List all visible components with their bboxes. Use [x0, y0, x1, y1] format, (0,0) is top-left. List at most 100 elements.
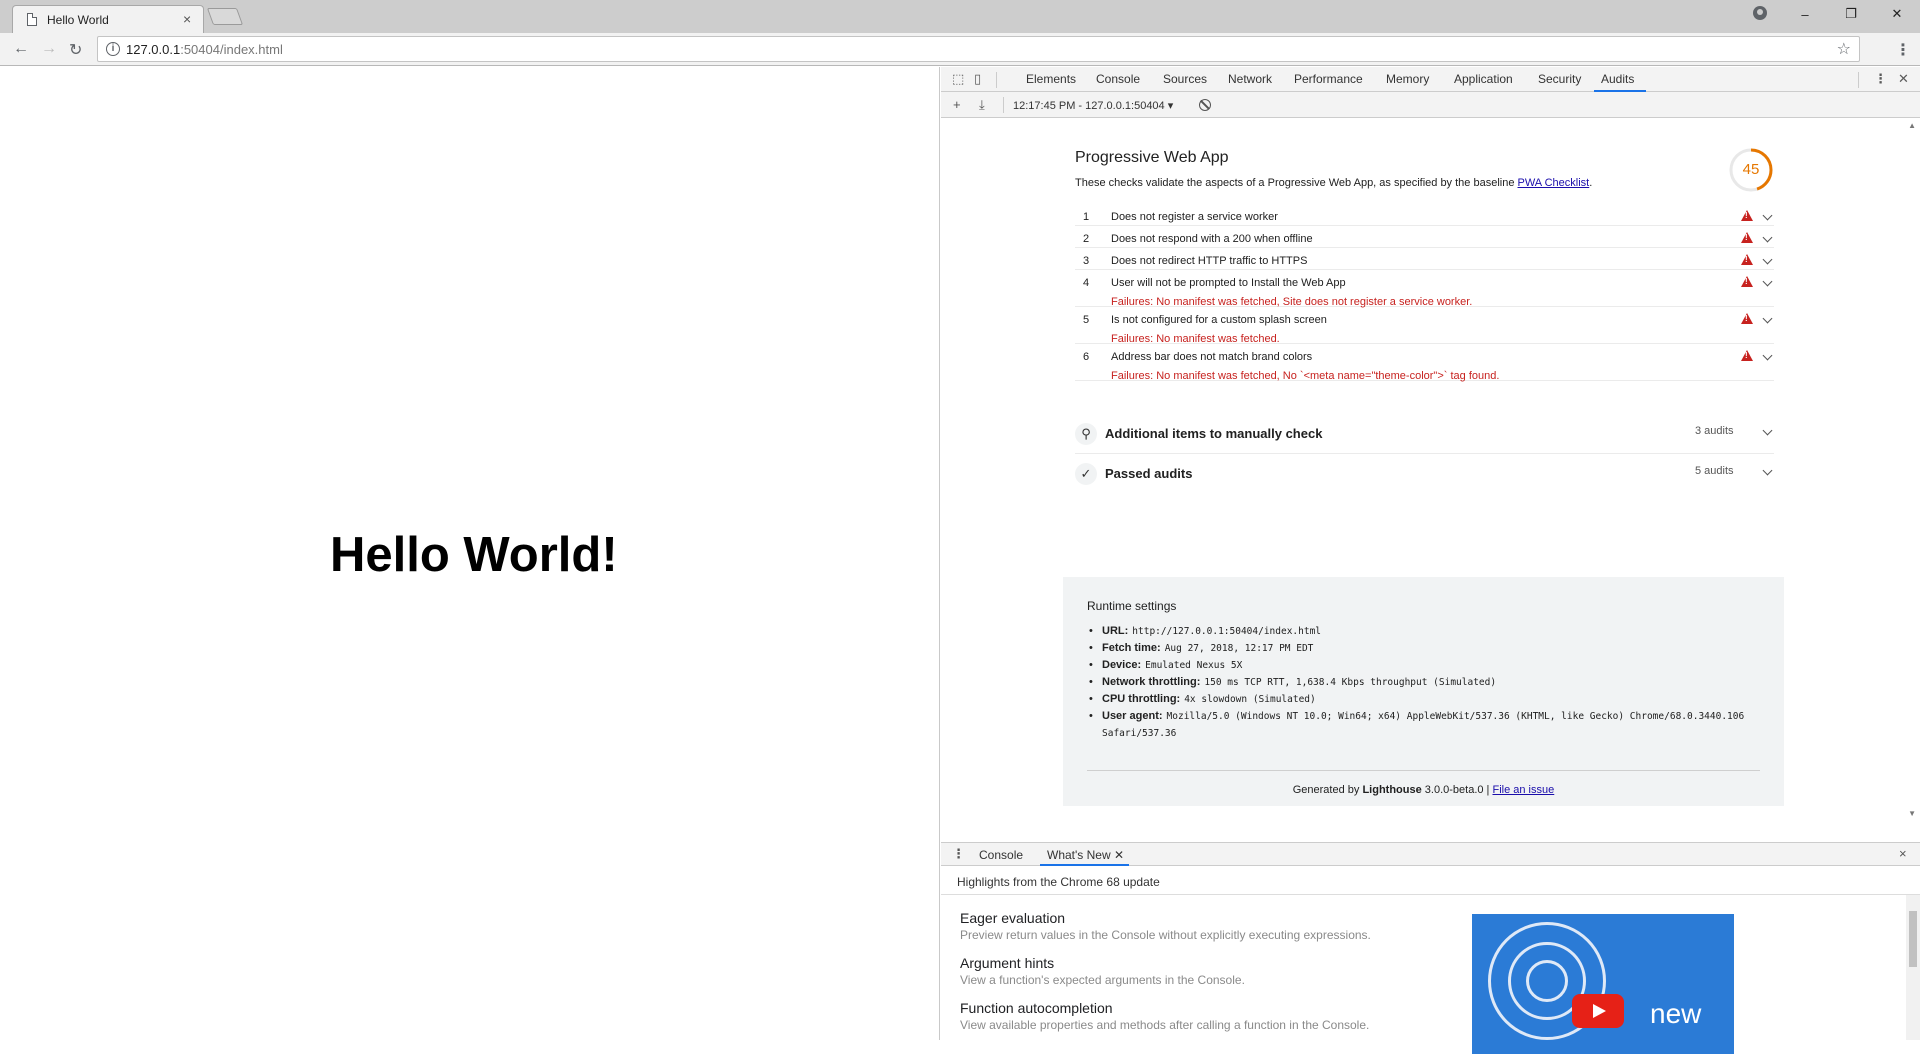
new-audit-icon[interactable]: + [953, 97, 961, 112]
video-thumbnail[interactable]: new [1472, 914, 1734, 1054]
tab-application[interactable]: Application [1454, 72, 1513, 86]
passed-audits-count: 5 audits [1695, 465, 1734, 477]
page-heading: Hello World! [330, 528, 618, 582]
browser-menu-icon[interactable]: ⋮ [1895, 40, 1911, 60]
passed-audits-title: Passed audits [1105, 466, 1193, 481]
audit-number: 1 [1083, 211, 1090, 223]
audit-session-select[interactable]: 12:17:45 PM - 127.0.0.1:50404 ▾ [1013, 99, 1173, 112]
inspect-element-icon[interactable]: ⬚ [952, 71, 964, 87]
tab-performance[interactable]: Performance [1294, 72, 1363, 86]
drawer-tab-console[interactable]: Console [979, 848, 1023, 862]
address-bar[interactable]: i 127.0.0.1:50404/index.html ☆ [97, 36, 1860, 62]
manual-checks-group[interactable]: ⚲ Additional items to manually check 3 a… [1075, 414, 1774, 454]
audit-failure: Failures: No manifest was fetched, No `<… [1111, 370, 1500, 382]
feature-title[interactable]: Argument hints [960, 955, 1245, 971]
file-issue-link[interactable]: File an issue [1492, 784, 1554, 796]
audits-toolbar: + ⤓ 12:17:45 PM - 127.0.0.1:50404 ▾ [941, 92, 1920, 118]
audit-row[interactable]: 3 Does not redirect HTTP traffic to HTTPS [1075, 248, 1774, 270]
runtime-item: Network throttling:150 ms TCP RTT, 1,638… [1087, 674, 1767, 691]
devtools-tabbar: ⬚ ▯ Elements Console Sources Network Per… [941, 67, 1920, 92]
runtime-item: User agent:Mozilla/5.0 (Windows NT 10.0;… [1087, 708, 1767, 742]
forward-icon[interactable]: → [41, 40, 57, 58]
audit-number: 6 [1083, 351, 1090, 363]
divider [941, 894, 1920, 895]
download-report-icon[interactable]: ⤓ [979, 97, 985, 113]
tab-audits[interactable]: Audits [1601, 72, 1634, 86]
runtime-list: URL:http://127.0.0.1:50404/index.htmlFet… [1087, 623, 1767, 742]
window-controls: – ❐ ✕ [1782, 0, 1920, 28]
divider [1003, 97, 1004, 113]
chevron-down-icon[interactable] [1762, 276, 1773, 287]
feature-title[interactable]: Function autocompletion [960, 1000, 1369, 1016]
audit-row[interactable]: 5 Is not configured for a custom splash s… [1075, 307, 1774, 345]
tab-close-button[interactable]: × [183, 11, 191, 27]
chevron-down-icon[interactable] [1762, 232, 1773, 243]
audit-title: Does not respond with a 200 when offline [1111, 233, 1313, 245]
close-window-button[interactable]: ✕ [1874, 0, 1920, 28]
warning-icon [1741, 210, 1753, 221]
clear-audits-icon[interactable] [1199, 99, 1211, 111]
tab-network[interactable]: Network [1228, 72, 1272, 86]
feature-description: Preview return values in the Console wit… [960, 928, 1371, 942]
check-icon: ✓ [1075, 463, 1097, 485]
scrollbar-thumb[interactable] [1909, 911, 1917, 967]
audit-title: Does not register a service worker [1111, 211, 1278, 223]
audit-row[interactable]: 6 Address bar does not match brand colors… [1075, 344, 1774, 382]
tab-console[interactable]: Console [1096, 72, 1140, 86]
new-tab-button[interactable] [206, 8, 244, 25]
bookmark-star-icon[interactable]: ☆ [1837, 39, 1851, 59]
drawer-scrollbar[interactable] [1906, 895, 1920, 1040]
chevron-down-icon[interactable] [1762, 425, 1773, 436]
drawer-tab-whats-new[interactable]: What's New ✕ [1047, 848, 1124, 862]
pwa-checklist-link[interactable]: PWA Checklist [1518, 177, 1590, 189]
score-value: 45 [1742, 161, 1760, 178]
address-url[interactable]: 127.0.0.1:50404/index.html [126, 42, 283, 57]
audit-title: Is not configured for a custom splash sc… [1111, 314, 1327, 326]
drawer-close-icon[interactable]: × [1899, 846, 1907, 861]
minimize-button[interactable]: – [1782, 0, 1828, 28]
runtime-item: URL:http://127.0.0.1:50404/index.html [1087, 623, 1767, 640]
chevron-down-icon[interactable] [1762, 210, 1773, 221]
devtools-close-icon[interactable]: ✕ [1898, 71, 1909, 87]
feature-description: View a function's expected arguments in … [960, 973, 1245, 987]
runtime-item: Device:Emulated Nexus 5X [1087, 657, 1767, 674]
warning-icon [1741, 232, 1753, 243]
play-icon[interactable] [1572, 994, 1624, 1028]
drawer-menu-icon[interactable]: ⋮ [952, 846, 965, 862]
page-icon [27, 13, 37, 26]
chevron-down-icon[interactable] [1762, 465, 1773, 476]
chevron-down-icon[interactable] [1762, 313, 1773, 324]
search-icon: ⚲ [1075, 423, 1097, 445]
tab-title: Hello World [47, 13, 109, 27]
passed-audits-group[interactable]: ✓ Passed audits 5 audits [1075, 454, 1774, 494]
account-icon[interactable] [1753, 6, 1767, 20]
chevron-down-icon[interactable] [1762, 350, 1773, 361]
tab-sources[interactable]: Sources [1163, 72, 1207, 86]
audit-row[interactable]: 4 User will not be prompted to Install th… [1075, 270, 1774, 308]
scroll-down-icon[interactable]: ▼ [1908, 809, 1916, 818]
audit-number: 4 [1083, 277, 1090, 289]
close-tab-icon[interactable]: ✕ [1114, 848, 1124, 862]
audit-title: Does not redirect HTTP traffic to HTTPS [1111, 255, 1308, 267]
feature-item: Function autocompletion View available p… [960, 1000, 1369, 1032]
feature-title[interactable]: Eager evaluation [960, 910, 1371, 926]
audit-row[interactable]: 1 Does not register a service worker [1075, 204, 1774, 226]
devtools-menu-icon[interactable]: ⋮ [1874, 71, 1887, 87]
chevron-down-icon[interactable] [1762, 254, 1773, 265]
tab-security[interactable]: Security [1538, 72, 1581, 86]
reload-icon[interactable]: ↻ [69, 40, 82, 60]
tab-memory[interactable]: Memory [1386, 72, 1429, 86]
info-icon[interactable]: i [106, 42, 120, 56]
warning-icon [1741, 313, 1753, 324]
browser-tab[interactable]: Hello World × [12, 5, 204, 33]
highlights-heading: Highlights from the Chrome 68 update [957, 875, 1160, 889]
back-icon[interactable]: ← [13, 40, 29, 58]
restore-button[interactable]: ❐ [1828, 0, 1874, 28]
device-toolbar-icon[interactable]: ▯ [974, 71, 981, 87]
active-tab-indicator [1040, 864, 1129, 866]
tab-elements[interactable]: Elements [1026, 72, 1076, 86]
scroll-up-icon[interactable]: ▲ [1908, 121, 1916, 130]
divider [996, 72, 997, 88]
score-gauge: 45 [1728, 147, 1774, 193]
audit-row[interactable]: 2 Does not respond with a 200 when offlin… [1075, 226, 1774, 248]
